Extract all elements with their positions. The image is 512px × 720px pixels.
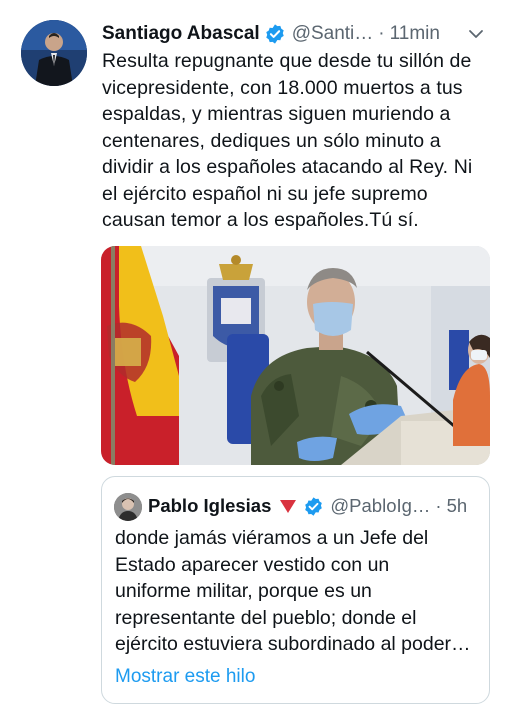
quoted-author-name[interactable]: Pablo Iglesias — [148, 495, 271, 517]
avatar-photo — [21, 20, 87, 86]
tweet-text-line: vicepresidente, con 18.000 muertos a tus — [102, 76, 463, 99]
verified-badge-icon — [264, 23, 286, 45]
tweet-text-line: causan temor a los españoles.Tú sí. — [102, 209, 419, 231]
tweet-text: Resulta repugnante que desde tu sillón d… — [102, 48, 502, 234]
tweet-text-line: dividir a los españoles atacando al Rey.… — [102, 156, 473, 178]
quoted-text-line: uniforme militar, porque es un — [115, 580, 372, 602]
quoted-text-line: donde jamás viéramos a un Jefe del — [115, 527, 429, 549]
author-name[interactable]: Santiago Abascal — [102, 23, 260, 45]
tweet-text-line: el ejército español ni su jefe supremo — [102, 182, 428, 205]
tweet-media-image[interactable] — [101, 246, 490, 465]
tweet-text-line: centenares, dediques un sólo minuto a — [102, 129, 441, 152]
quoted-tweet-text: donde jamás viéramos a un Jefe del Estad… — [115, 525, 485, 658]
tweet-timestamp[interactable]: 11min — [390, 23, 440, 45]
quoted-tweet[interactable]: Pablo Iglesias @PabloIg… · 5h donde jamá… — [101, 476, 490, 704]
red-triangle-icon — [279, 498, 297, 514]
quoted-author-avatar[interactable] — [114, 493, 142, 521]
separator-dot: · — [378, 23, 385, 44]
quoted-author-handle[interactable]: @PabloIg… — [330, 495, 430, 517]
quoted-avatar-photo — [114, 493, 142, 521]
author-avatar[interactable] — [21, 20, 87, 86]
media-photo — [101, 246, 490, 465]
show-thread-link[interactable]: Mostrar este hilo — [115, 666, 255, 688]
quoted-text-line: Estado aparecer vestido con un — [115, 553, 390, 576]
author-handle[interactable]: @Santi… — [292, 23, 374, 45]
separator-dot: · — [435, 495, 442, 516]
quoted-timestamp[interactable]: 5h — [447, 495, 468, 517]
quoted-text-line: representante del pueblo; donde el — [115, 606, 417, 629]
chevron-down-icon[interactable] — [466, 24, 486, 44]
quoted-tweet-header: Pablo Iglesias @PabloIg… · 5h — [148, 491, 478, 521]
tweet-text-line: Resulta repugnante que desde tu sillón d… — [102, 50, 472, 72]
quoted-text-line: ejército estuviera subordinado al poder… — [115, 633, 471, 655]
tweet-text-line: espaldas, y mientras siguen muriendo a — [102, 103, 451, 125]
tweet-header: Santiago Abascal @Santi… · 11min — [102, 18, 492, 50]
tweet[interactable]: Santiago Abascal @Santi… · 11min Resulta… — [0, 0, 512, 720]
verified-badge-icon — [303, 496, 324, 517]
